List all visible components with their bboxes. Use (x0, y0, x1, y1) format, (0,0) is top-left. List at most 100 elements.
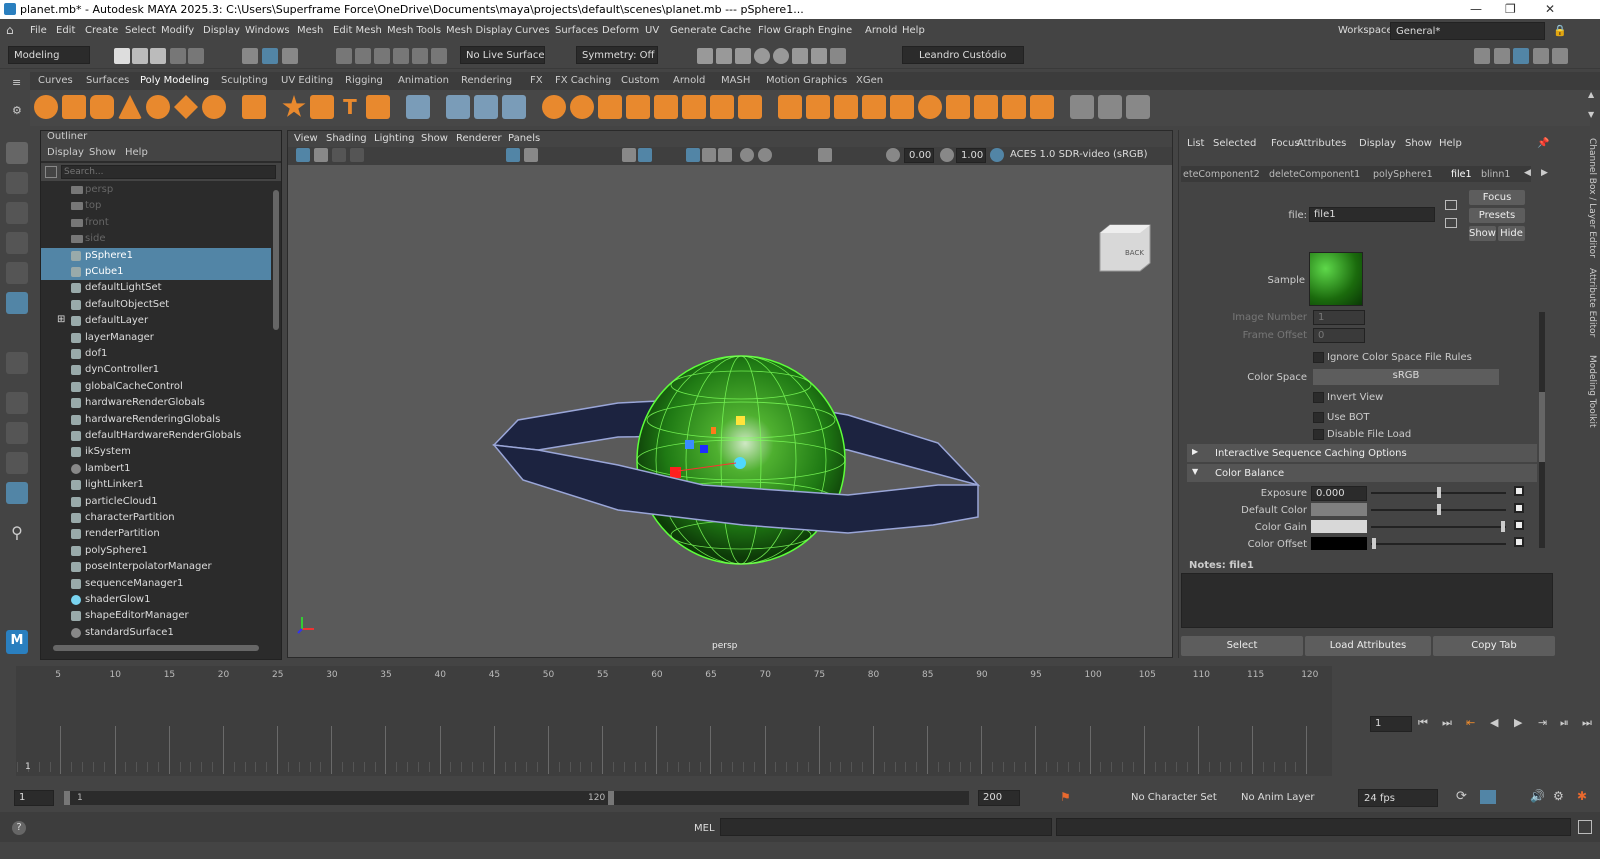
viewport-menu-renderer[interactable]: Renderer (456, 133, 502, 144)
notes-textarea[interactable] (1181, 573, 1553, 628)
viewport-panel[interactable]: View Shading Lighting Show Renderer Panels 0.… (287, 130, 1173, 658)
outliner-item-characterPartition[interactable]: characterPartition (41, 510, 271, 526)
pin-icon[interactable]: 📌 (1537, 138, 1549, 149)
fill-hole-icon[interactable] (710, 95, 734, 119)
attr-vscroll[interactable] (1539, 312, 1545, 548)
select-camera-icon[interactable] (296, 148, 310, 162)
shelf-tab-poly-modeling[interactable]: Poly Modeling (140, 75, 209, 86)
menu-cache[interactable]: Cache (720, 25, 751, 36)
live-surface-field[interactable]: No Live Surface (460, 46, 545, 64)
user-login-dropdown[interactable]: Leandro Custódio (902, 46, 1024, 64)
reduce-icon[interactable] (918, 95, 942, 119)
create-polygon-icon[interactable] (406, 95, 430, 119)
step-forward-key-icon[interactable]: ⏯ (1560, 716, 1569, 730)
menu-deform[interactable]: Deform (602, 25, 639, 36)
file-name-field[interactable]: file1 (1309, 207, 1435, 222)
viewport-menu-view[interactable]: View (294, 133, 318, 144)
side-tab-channel-box[interactable]: Channel Box / Layer Editor (1587, 138, 1597, 258)
render-settings-icon[interactable] (735, 48, 751, 64)
poly-plane-icon[interactable] (174, 95, 198, 119)
boolean-difference-icon[interactable] (806, 95, 830, 119)
select-object-icon[interactable] (262, 48, 278, 64)
time-slider-track[interactable]: 5 10 15 20 25 30 35 40 45 50 55 60 65 70 75 80 85 90 95 100… (16, 666, 1332, 776)
shelf-menu-icon[interactable]: ≡ (12, 76, 21, 89)
menu-file[interactable]: File (30, 25, 47, 36)
bevel-icon[interactable] (654, 95, 678, 119)
shelf-tab-rigging[interactable]: Rigging (345, 75, 383, 86)
side-tab-modeling-toolkit[interactable]: Modeling Toolkit (1587, 355, 1597, 428)
outliner-item-hardwareRenderGlobals[interactable]: hardwareRenderGlobals (41, 395, 271, 411)
shelf-tab-rendering[interactable]: Rendering (461, 75, 512, 86)
target-weld-icon[interactable] (474, 95, 498, 119)
connect-icon[interactable] (502, 95, 526, 119)
color-management-icon[interactable] (990, 148, 1004, 162)
menu-generate[interactable]: Generate (670, 25, 717, 36)
poly-cylinder-icon[interactable] (90, 95, 114, 119)
poly-sphere-icon[interactable] (34, 95, 58, 119)
shelf-tab-surfaces[interactable]: Surfaces (86, 75, 129, 86)
menu-flow-graph-engine[interactable]: Flow Graph Engine (758, 25, 852, 36)
bridge-icon[interactable] (626, 95, 650, 119)
attr-tab-deleteComponent1[interactable]: deleteComponent1 (1269, 169, 1360, 180)
rotate-tool-icon[interactable] (6, 262, 28, 284)
sweep-mesh-icon[interactable] (310, 95, 334, 119)
expand-icon[interactable]: ⊞ (57, 314, 65, 325)
menu-modify[interactable]: Modify (161, 25, 194, 36)
save-scene-icon[interactable] (150, 48, 166, 64)
uv-editor-icon[interactable] (862, 95, 886, 119)
outliner-item-defaultLightSet[interactable]: defaultLightSet (41, 280, 271, 296)
ignore-color-space-checkbox[interactable] (1313, 352, 1324, 363)
toggle-modeling-toolkit-icon[interactable] (1552, 48, 1568, 64)
new-scene-icon[interactable] (114, 48, 130, 64)
attr-menu-help[interactable]: Help (1439, 138, 1462, 149)
menu-mesh[interactable]: Mesh (297, 25, 323, 36)
menu-select[interactable]: Select (125, 25, 156, 36)
outliner-item-poseInterpolatorManager[interactable]: poseInterpolatorManager (41, 559, 271, 575)
separate-icon[interactable] (570, 95, 594, 119)
move-tool-icon[interactable] (6, 232, 28, 254)
smooth-shade-icon[interactable] (638, 148, 652, 162)
outliner-hscroll-thumb[interactable] (53, 645, 259, 651)
color-space-dropdown[interactable]: sRGB (1313, 369, 1499, 385)
menu-arnold[interactable]: Arnold (865, 25, 897, 36)
attr-select-button[interactable]: Select (1181, 636, 1303, 656)
exposure-field-attr[interactable]: 0.000 (1311, 486, 1367, 501)
hide-button[interactable]: Hide (1498, 226, 1525, 241)
invert-view-checkbox[interactable] (1313, 392, 1324, 403)
step-back-frame-icon[interactable]: ⇤ (1466, 716, 1475, 729)
viewport-menu-panels[interactable]: Panels (508, 133, 540, 144)
outliner-item-ikSystem[interactable]: ikSystem (41, 444, 271, 460)
attr-tab-polySphere1[interactable]: polySphere1 (1373, 169, 1433, 180)
restore-button[interactable]: ❐ (1505, 2, 1516, 16)
menu-help[interactable]: Help (902, 25, 925, 36)
attr-tab-eteComponent2[interactable]: eteComponent2 (1183, 169, 1260, 180)
lasso-tool-icon[interactable] (6, 172, 28, 194)
shelf-tab-fx-caching[interactable]: FX Caching (555, 75, 611, 86)
exposure-field[interactable]: 0.00 (904, 148, 934, 163)
outliner-item-defaultObjectSet[interactable]: defaultObjectSet (41, 297, 271, 313)
outliner-item-dof1[interactable]: dof1 (41, 346, 271, 362)
boolean-intersect-icon[interactable] (834, 95, 858, 119)
frame-offset-field[interactable]: 0 (1313, 328, 1365, 343)
output-connection-icon[interactable] (1445, 218, 1457, 228)
character-set-dropdown[interactable]: No Character Set (1126, 789, 1226, 807)
outliner-menu-help[interactable]: Help (125, 147, 148, 158)
poly-torus-icon[interactable] (146, 95, 170, 119)
menu-create[interactable]: Create (85, 25, 118, 36)
outliner-item-lightLinker1[interactable]: lightLinker1 (41, 477, 271, 493)
search-icon[interactable]: ⚲ (6, 522, 28, 544)
section-color-balance[interactable]: ▼ Color Balance (1187, 464, 1537, 482)
help-icon[interactable]: ? (12, 821, 26, 835)
snap-point-icon[interactable] (374, 48, 390, 64)
gamma-field[interactable]: 1.00 (956, 148, 986, 163)
range-slider-start-handle[interactable] (64, 791, 70, 805)
menu-mesh-tools[interactable]: Mesh Tools (387, 25, 441, 36)
poly-disc-icon[interactable] (202, 95, 226, 119)
shelf-tab-animation[interactable]: Animation (398, 75, 449, 86)
range-slider-bar[interactable] (64, 791, 969, 805)
render-view-icon[interactable] (792, 48, 808, 64)
hypershade-icon[interactable] (754, 48, 770, 64)
color-gain-swatch[interactable] (1311, 520, 1367, 533)
isolate-select-icon[interactable] (818, 148, 832, 162)
color-offset-slider[interactable] (1371, 543, 1506, 545)
